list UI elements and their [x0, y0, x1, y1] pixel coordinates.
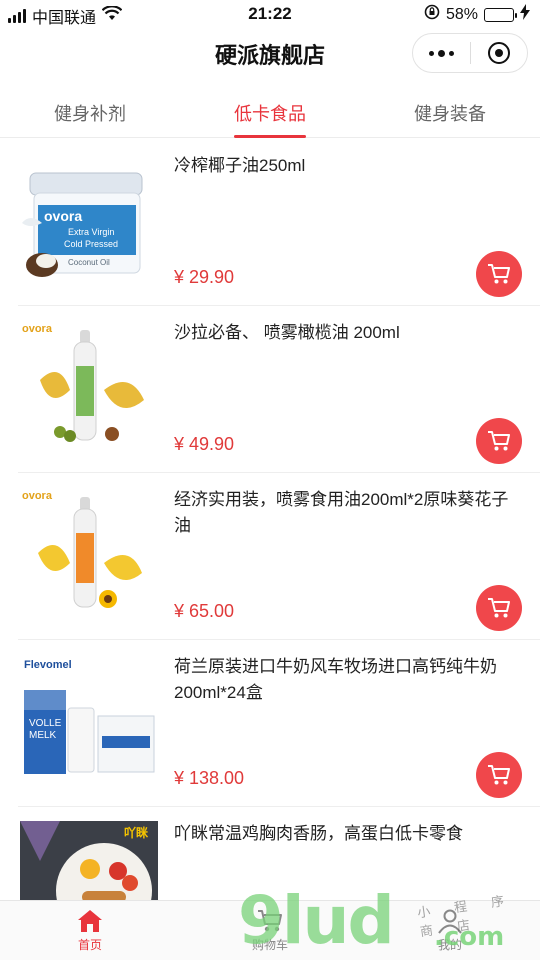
home-icon: [78, 910, 102, 932]
tabbar-label: 首页: [77, 938, 102, 952]
tabbar-cart[interactable]: 购物车: [180, 901, 360, 960]
cart-icon: [258, 910, 282, 932]
more-icon: [428, 49, 454, 57]
olive-oil-spray-image: ovora: [22, 323, 144, 442]
tab-fitness-supplements[interactable]: 健身补剂: [0, 88, 180, 137]
product-name: 冷榨椰子油250ml: [174, 156, 306, 175]
tabbar-home[interactable]: 首页: [0, 901, 180, 960]
add-to-cart-button[interactable]: [476, 585, 522, 631]
cart-icon: [488, 598, 510, 618]
cart-icon: [488, 765, 510, 785]
product-item[interactable]: ovora 经济实用装，喷雾食用油200ml*2原味葵花子油 ¥ 65.00: [18, 473, 540, 640]
bottom-tab-bar: 首页 购物车 我的: [0, 900, 540, 960]
tab-low-calorie-food[interactable]: 低卡食品: [180, 88, 360, 138]
navigation-bar: 硬派旗舰店: [0, 28, 540, 80]
cart-icon: [488, 431, 510, 451]
close-miniprogram-icon: [487, 42, 510, 64]
product-item[interactable]: ovora 沙拉必备、 喷雾橄榄油 200ml ¥ 49.90: [18, 306, 540, 473]
close-miniprogram-button[interactable]: [470, 34, 527, 72]
milk-brand-text: Flevomel: [24, 659, 72, 671]
product-name: 吖眯常温鸡胸肉香肠，高蛋白低卡零食: [174, 824, 463, 843]
product-name: 经济实用装，喷雾食用油200ml*2原味葵花子油: [174, 490, 509, 535]
product-name: 荷兰原装进口牛奶风车牧场进口高钙纯牛奶200ml*24盒: [174, 657, 497, 702]
add-to-cart-button[interactable]: [476, 418, 522, 464]
orientation-lock-icon: [424, 4, 440, 25]
jar-text-line3: Coconut Oil: [68, 258, 110, 267]
product-price: ¥ 49.90: [174, 434, 235, 454]
add-to-cart-button[interactable]: [476, 752, 522, 798]
milk-box-line2: MELK: [29, 730, 57, 741]
category-tabs: 健身补剂 低卡食品 健身装备: [0, 88, 540, 138]
charging-icon: [520, 4, 530, 25]
product-price: ¥ 29.90: [174, 267, 235, 287]
user-icon: [438, 909, 462, 934]
spray-brand-text: ovora: [22, 323, 53, 335]
jar-brand-text: ovora: [44, 208, 82, 224]
add-to-cart-button[interactable]: [476, 251, 522, 297]
tab-fitness-equipment[interactable]: 健身装备: [360, 88, 540, 137]
status-bar: 中国联通 21:22 58%: [0, 0, 540, 28]
tabbar-label: 购物车: [251, 938, 288, 952]
milk-box-image: Flevomel VOLLE MELK: [24, 659, 155, 774]
coconut-oil-jar-image: ovora Extra Virgin Cold Pressed Coconut …: [22, 172, 143, 277]
tabbar-profile[interactable]: 我的: [360, 901, 540, 960]
spray-brand-text: ovora: [22, 490, 53, 502]
cart-icon: [488, 264, 510, 284]
product-price: ¥ 65.00: [174, 601, 235, 621]
sunflower-oil-spray-image: ovora: [22, 490, 142, 608]
product-name: 沙拉必备、 喷雾橄榄油 200ml: [174, 323, 400, 342]
sausage-brand-text: 吖眯: [124, 825, 149, 840]
battery-percent: 58%: [445, 5, 478, 23]
jar-text-line2: Cold Pressed: [64, 239, 118, 249]
battery-icon: [484, 7, 517, 22]
product-price: ¥ 138.00: [174, 768, 245, 788]
product-item[interactable]: ovora Extra Virgin Cold Pressed Coconut …: [18, 139, 540, 306]
tabbar-label: 我的: [437, 938, 462, 952]
product-item[interactable]: Flevomel VOLLE MELK 荷兰原装进口牛奶风车牧场进口高钙纯牛奶2…: [18, 640, 540, 807]
product-list: ovora Extra Virgin Cold Pressed Coconut …: [0, 139, 540, 960]
status-right: 58%: [424, 4, 530, 25]
more-button[interactable]: [413, 34, 470, 72]
milk-box-line1: VOLLE: [29, 718, 62, 729]
miniprogram-capsule: [412, 33, 528, 73]
jar-text-line1: Extra Virgin: [68, 227, 114, 237]
